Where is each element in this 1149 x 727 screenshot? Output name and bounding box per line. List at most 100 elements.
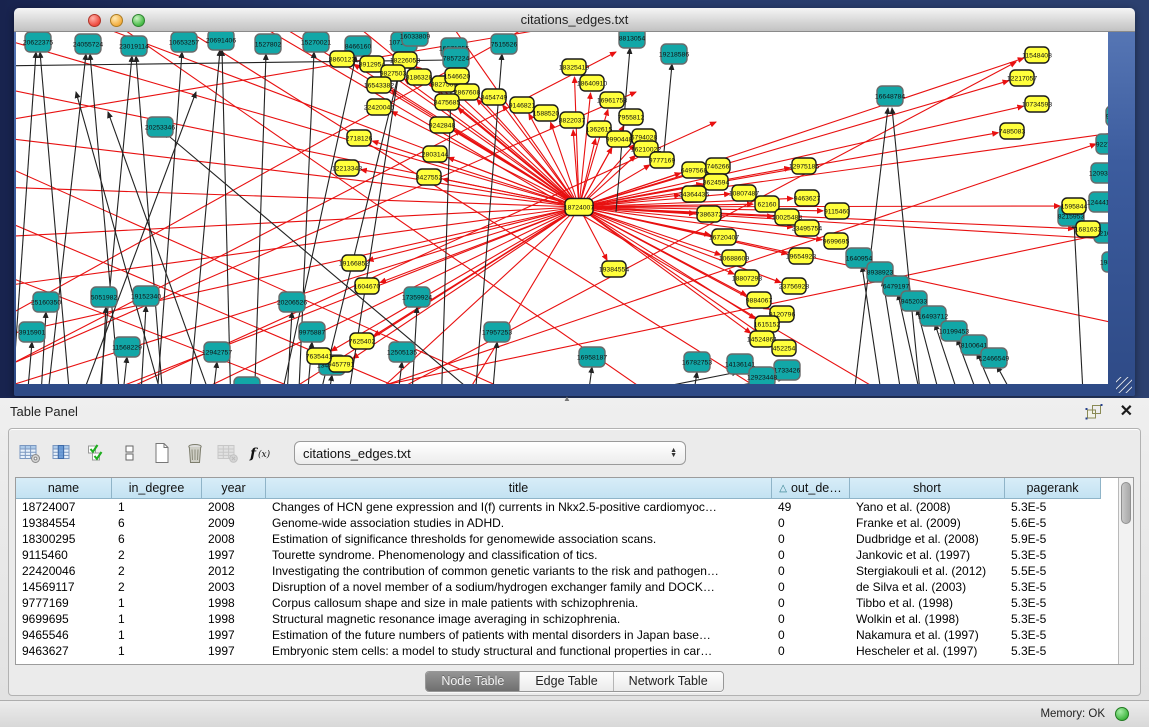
graph-node[interactable]: 8186328 xyxy=(406,69,433,85)
graph-node[interactable]: 8427552 xyxy=(416,169,443,185)
graph-node[interactable]: 452254 xyxy=(772,340,796,356)
graph-node[interactable]: 12923448 xyxy=(747,367,777,384)
graph-node[interactable]: 9990448 xyxy=(606,131,633,147)
graph-node[interactable]: 3624594 xyxy=(703,174,730,190)
graph-node[interactable]: 19654923 xyxy=(786,248,816,264)
column-header-out-de-[interactable]: △out_de… xyxy=(772,478,850,499)
panel-splitter[interactable]: ▲ xyxy=(0,396,1149,401)
table-row[interactable]: 946554611997Estimation of the future num… xyxy=(16,627,1118,643)
graph-node[interactable]: 24364436 xyxy=(679,186,709,202)
window-resize-grip[interactable] xyxy=(1116,377,1132,393)
graph-node[interactable]: 16720407 xyxy=(709,229,739,245)
graph-node[interactable]: 12975185 xyxy=(789,158,819,174)
table-row[interactable]: 1938455462009Genome-wide association stu… xyxy=(16,515,1118,531)
graph-node[interactable]: 16033809 xyxy=(400,32,430,46)
graph-node[interactable]: 16958187 xyxy=(577,347,607,367)
network-canvas[interactable]: 20622375 24055724 23019114 10653257 20691406… xyxy=(16,32,1108,384)
delete-column-icon[interactable] xyxy=(182,439,208,467)
graph-node[interactable]: 23495754 xyxy=(792,220,822,236)
select-columns-icon[interactable] xyxy=(83,439,109,467)
graph-node[interactable]: 9227343 xyxy=(1096,134,1108,154)
graph-node[interactable]: 1615152 xyxy=(754,316,781,332)
graph-node[interactable]: 10653257 xyxy=(169,32,199,52)
graph-node[interactable]: 16543382 xyxy=(364,77,394,93)
tab-network-table[interactable]: Network Table xyxy=(614,672,723,691)
network-view-window[interactable]: citations_edges.txt 20622375 24055724 2301… xyxy=(14,8,1135,396)
graph-node[interactable]: 2718126 xyxy=(346,130,373,146)
new-column-icon[interactable] xyxy=(149,439,175,467)
graph-node[interactable]: 12093832 xyxy=(1089,163,1108,183)
graph-node[interactable]: 746266 xyxy=(706,158,730,174)
graph-node[interactable]: 9699695 xyxy=(823,233,850,249)
graph-node[interactable]: 12217057 xyxy=(1007,70,1037,86)
column-header-year[interactable]: year xyxy=(202,478,266,499)
graph-node[interactable]: 3915901 xyxy=(19,322,46,342)
graph-node[interactable]: 1604670 xyxy=(354,278,381,294)
memory-status-indicator-icon[interactable] xyxy=(1115,707,1129,721)
graph-node[interactable]: 9115460 xyxy=(824,203,850,219)
function-builder-icon[interactable]: f(x) xyxy=(248,439,275,467)
graph-node[interactable]: 7625402 xyxy=(349,333,376,349)
graph-node[interactable]: 9146821 xyxy=(509,97,536,113)
table-row[interactable]: 1830029562008Estimation of significance … xyxy=(16,531,1118,547)
graph-node[interactable]: 19384554 xyxy=(599,261,629,277)
graph-node[interactable]: 1595844 xyxy=(1061,198,1088,214)
column-header-short[interactable]: short xyxy=(850,478,1005,499)
graph-node[interactable]: 20206526 xyxy=(277,292,307,312)
graph-node[interactable]: 8454749 xyxy=(481,89,508,105)
show-columns-icon[interactable] xyxy=(50,439,76,467)
network-window-titlebar[interactable]: citations_edges.txt xyxy=(14,8,1135,32)
graph-node[interactable]: 7234562 xyxy=(234,377,261,384)
graph-node[interactable]: 5051982 xyxy=(91,287,118,307)
graph-node[interactable]: 23756928 xyxy=(779,278,809,294)
column-header-title[interactable]: title xyxy=(266,478,772,499)
graph-node[interactable]: 7635441 xyxy=(306,348,333,364)
graph-node[interactable]: 12466549 xyxy=(979,348,1009,368)
graph-node[interactable]: 12213343 xyxy=(332,160,362,176)
graph-node[interactable]: 62160 xyxy=(755,196,779,212)
graph-node[interactable]: 10734593 xyxy=(1022,96,1052,112)
table-mode-icon[interactable] xyxy=(17,439,43,467)
graph-node[interactable]: 18807293 xyxy=(732,270,762,286)
graph-node[interactable]: 11568229 xyxy=(112,337,142,357)
column-header-in-degree[interactable]: in_degree xyxy=(112,478,202,499)
graph-node[interactable]: 20253346 xyxy=(145,117,175,137)
graph-node[interactable]: 8822037 xyxy=(559,112,586,128)
graph-node[interactable]: 15270021 xyxy=(301,32,331,52)
graph-node[interactable]: 19152340 xyxy=(131,286,161,306)
graph-node[interactable]: 19218586 xyxy=(659,44,689,64)
graph-node[interactable]: 17957253 xyxy=(482,322,512,342)
graph-node[interactable]: 7857224 xyxy=(443,48,470,68)
graph-node[interactable]: 18325419 xyxy=(559,59,589,75)
table-row[interactable]: 969969511998Structural magnetic resonanc… xyxy=(16,611,1118,627)
graph-node[interactable]: 20622375 xyxy=(23,32,53,52)
graph-node[interactable]: 9884067 xyxy=(746,292,773,308)
graph-node[interactable]: 7515526 xyxy=(491,34,518,54)
network-canvas-svg[interactable]: 20622375 24055724 23019114 10653257 20691406… xyxy=(16,32,1108,384)
graph-node[interactable]: 19166852 xyxy=(339,255,369,271)
column-header-name[interactable]: name xyxy=(16,478,112,499)
graph-node[interactable]: 11548408 xyxy=(1022,47,1052,63)
close-panel-icon[interactable]: ✕ xyxy=(1120,401,1133,421)
row-height-icon[interactable] xyxy=(116,439,142,467)
graph-node[interactable]: 9242848 xyxy=(429,117,456,133)
graph-node[interactable]: 12505135 xyxy=(387,342,417,362)
graph-node[interactable]: 10807487 xyxy=(729,185,759,201)
table-row[interactable]: 946362711997Embryonic stem cells: a mode… xyxy=(16,643,1118,659)
graph-node[interactable]: 16782753 xyxy=(682,352,712,372)
graph-node[interactable]: 9777169 xyxy=(649,152,676,168)
graph-node[interactable]: 20691406 xyxy=(206,32,236,50)
table-row[interactable]: 2242004622012Investigating the contribut… xyxy=(16,563,1118,579)
graph-node[interactable]: 18724007 xyxy=(564,199,594,216)
column-header-pagerank[interactable]: pagerank xyxy=(1005,478,1101,499)
table-vertical-scrollbar[interactable] xyxy=(1118,478,1133,664)
graph-node[interactable]: 16648784 xyxy=(875,86,905,106)
graph-node[interactable]: 1527802 xyxy=(255,34,282,54)
graph-node[interactable]: 8475685 xyxy=(434,94,461,110)
graph-node[interactable]: 18640910 xyxy=(577,75,607,91)
table-row[interactable]: 977716911998Corpus callosum shape and si… xyxy=(16,595,1118,611)
graph-node[interactable]: 24055724 xyxy=(73,34,103,54)
graph-node[interactable]: 9975887 xyxy=(299,322,326,342)
graph-node[interactable]: 25160350 xyxy=(31,292,61,312)
graph-node[interactable]: 23019114 xyxy=(119,36,149,56)
